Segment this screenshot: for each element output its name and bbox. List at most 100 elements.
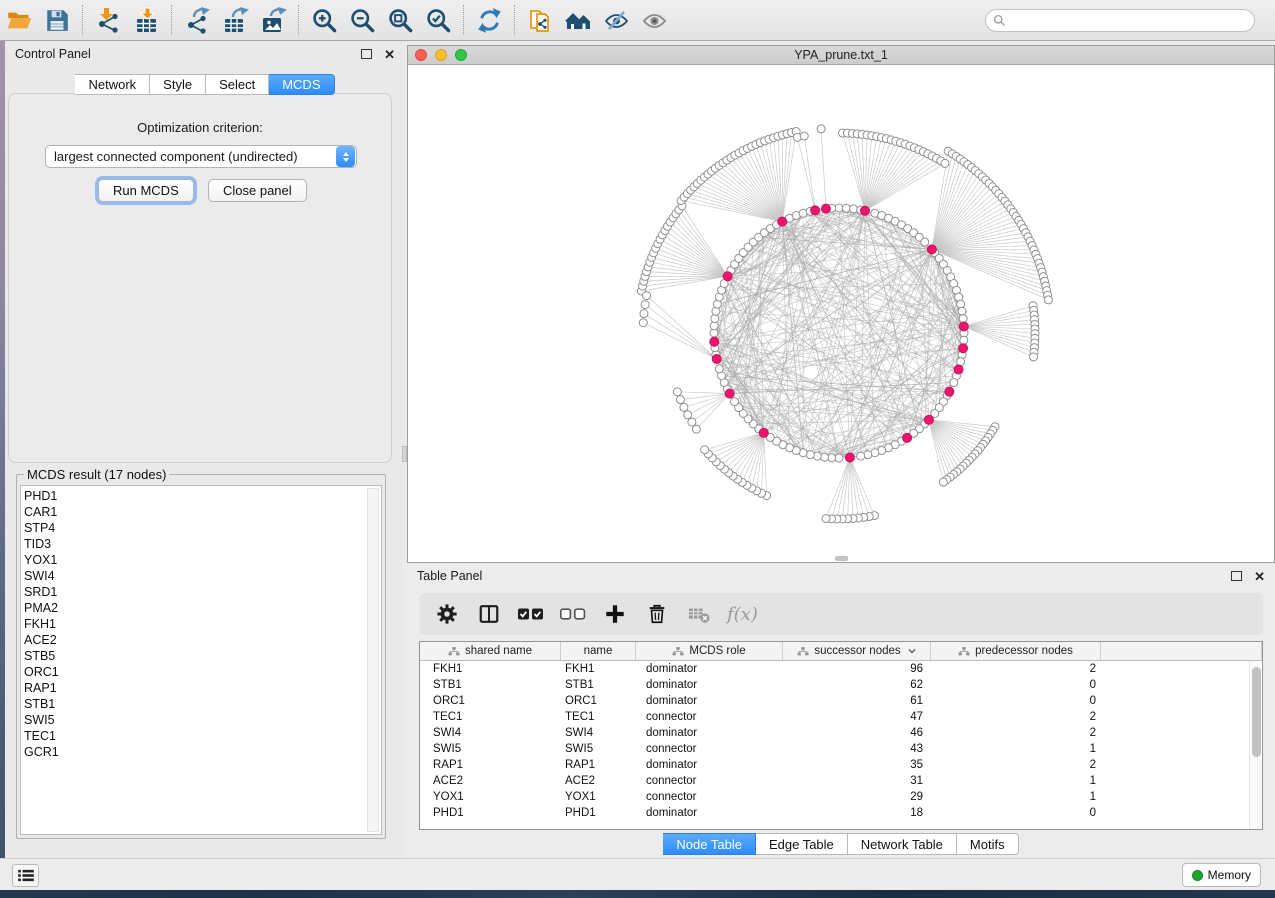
add-column-icon[interactable] [601, 600, 629, 628]
mcds-result-title: MCDS result (17 nodes) [24, 467, 169, 482]
control-panel-tab[interactable]: Network [75, 74, 150, 95]
select-all-columns-icon[interactable] [517, 600, 545, 628]
hide-selected-button[interactable] [597, 3, 635, 37]
close-panel-icon[interactable]: ✕ [1254, 570, 1265, 583]
mcds-result-node[interactable]: PHD1 [24, 488, 381, 504]
zoom-selected-button[interactable] [419, 3, 457, 37]
float-window-icon[interactable] [361, 49, 372, 59]
delete-table-icon[interactable] [685, 600, 713, 628]
network-graph[interactable] [408, 65, 1274, 562]
export-network-button[interactable] [178, 3, 216, 37]
list-icon [18, 869, 34, 882]
delete-column-icon[interactable] [643, 600, 671, 628]
table-row[interactable]: ORC1 ORC1 dominator 61 0 [420, 693, 1262, 709]
table-column-header[interactable]: predecessor nodes [931, 642, 1101, 661]
mcds-result-node[interactable]: TID3 [24, 536, 381, 552]
mcds-result-node[interactable]: STP4 [24, 520, 381, 536]
task-history-button[interactable] [12, 864, 39, 887]
mcds-result-node[interactable]: TEC1 [24, 728, 381, 744]
mcds-result-node[interactable]: CAR1 [24, 504, 381, 520]
table-row[interactable]: YOX1 YOX1 connector 29 1 [420, 789, 1262, 805]
mcds-result-node[interactable]: RAP1 [24, 680, 381, 696]
memory-button[interactable]: Memory [1182, 863, 1261, 887]
export-table-button[interactable] [216, 3, 254, 37]
export-table-icon [222, 7, 249, 34]
zoom-in-button[interactable] [305, 3, 343, 37]
table-row[interactable]: SWI4 SWI4 dominator 46 2 [420, 725, 1262, 741]
table-row[interactable]: TEC1 TEC1 connector 47 2 [420, 709, 1262, 725]
table-column-header[interactable]: MCDS role [636, 642, 783, 661]
search-text[interactable] [1006, 13, 1236, 27]
network-hscrollbar-thumb[interactable] [835, 556, 848, 561]
mcds-list-scrollbar[interactable] [367, 488, 379, 832]
first-neighbors-button[interactable] [559, 3, 597, 37]
network-window-titlebar[interactable]: YPA_prune.txt_1 [408, 46, 1274, 65]
tree-icon [448, 646, 460, 657]
table-scrollbar-thumb[interactable] [1252, 667, 1261, 757]
split-pane-icon[interactable] [475, 600, 503, 628]
table-column-header[interactable]: shared name [420, 642, 561, 661]
table-row[interactable]: FKH1 FKH1 dominator 96 2 [420, 661, 1262, 677]
optimization-criterion-select[interactable]: largest connected component (undirected) [45, 145, 357, 168]
network-canvas[interactable] [408, 65, 1274, 562]
node-table[interactable]: shared name name [419, 641, 1263, 830]
table-scrollbar[interactable] [1249, 661, 1262, 829]
control-panel-tab[interactable]: Style [150, 74, 206, 95]
mcds-result-group: MCDS result (17 nodes) PHD1CAR1STP4TID3Y… [16, 467, 386, 839]
export-image-button[interactable] [254, 3, 292, 37]
close-panel-button[interactable]: Close panel [208, 179, 307, 202]
table-row[interactable]: SWI5 SWI5 connector 43 1 [420, 741, 1262, 757]
open-button[interactable] [0, 3, 38, 37]
table-row[interactable]: PHD1 PHD1 dominator 18 0 [420, 805, 1262, 821]
table-row[interactable]: STB1 STB1 dominator 62 0 [420, 677, 1262, 693]
tree-icon [958, 646, 970, 657]
main-toolbar [0, 0, 1275, 41]
run-mcds-button[interactable]: Run MCDS [98, 179, 194, 202]
table-panel-tab[interactable]: Edge Table [756, 833, 848, 855]
float-window-icon[interactable] [1231, 571, 1242, 581]
save-button[interactable] [38, 3, 76, 37]
mcds-result-node[interactable]: YOX1 [24, 552, 381, 568]
table-panel-tab[interactable]: Node Table [663, 833, 756, 855]
mcds-result-node[interactable]: SWI5 [24, 712, 381, 728]
zoom-fit-button[interactable] [381, 3, 419, 37]
table-row[interactable]: ACE2 ACE2 connector 31 1 [420, 773, 1262, 789]
search-input[interactable] [985, 9, 1255, 32]
table-toolbar: f(x) [419, 593, 1263, 635]
mcds-result-node[interactable]: PMA2 [24, 600, 381, 616]
gear-icon[interactable] [433, 600, 461, 628]
mcds-result-node[interactable]: FKH1 [24, 616, 381, 632]
mcds-panel: Optimization criterion: largest connecte… [8, 93, 392, 463]
import-table-icon [133, 7, 160, 34]
mcds-result-node[interactable]: GCR1 [24, 744, 381, 760]
zoom-out-icon [349, 7, 376, 34]
mcds-result-node[interactable]: ACE2 [24, 632, 381, 648]
mcds-result-node[interactable]: SWI4 [24, 568, 381, 584]
mcds-result-node[interactable]: SRD1 [24, 584, 381, 600]
save-icon [44, 7, 71, 34]
mcds-result-node[interactable]: STB5 [24, 648, 381, 664]
table-panel-tabs: Node TableEdge TableNetwork TableMotifs [407, 833, 1275, 855]
import-network-button[interactable] [89, 3, 127, 37]
unselect-all-columns-icon[interactable] [559, 600, 587, 628]
import-table-button[interactable] [127, 3, 165, 37]
table-row[interactable]: RAP1 RAP1 dominator 35 2 [420, 757, 1262, 773]
refresh-button[interactable] [470, 3, 508, 37]
table-panel-tab[interactable]: Motifs [957, 833, 1019, 855]
control-panel-tab[interactable]: MCDS [269, 74, 334, 95]
mcds-result-node[interactable]: ORC1 [24, 664, 381, 680]
table-column-header[interactable]: name [561, 642, 636, 661]
table-panel-tab[interactable]: Network Table [848, 833, 957, 855]
table-column-header[interactable]: successor nodes [783, 642, 931, 661]
table-column-header[interactable] [1101, 642, 1262, 661]
mcds-result-node[interactable]: STB1 [24, 696, 381, 712]
toolbar-separator [463, 5, 464, 35]
show-all-button[interactable] [635, 3, 673, 37]
close-panel-icon[interactable]: ✕ [384, 48, 395, 61]
control-panel-tab[interactable]: Select [206, 74, 269, 95]
zoom-out-button[interactable] [343, 3, 381, 37]
share-document-button[interactable] [521, 3, 559, 37]
control-panel-tabs: NetworkStyleSelectMCDS [5, 74, 405, 95]
mcds-result-list[interactable]: PHD1CAR1STP4TID3YOX1SWI4SRD1PMA2FKH1ACE2… [20, 485, 382, 835]
split-divider-handle[interactable] [402, 446, 407, 462]
